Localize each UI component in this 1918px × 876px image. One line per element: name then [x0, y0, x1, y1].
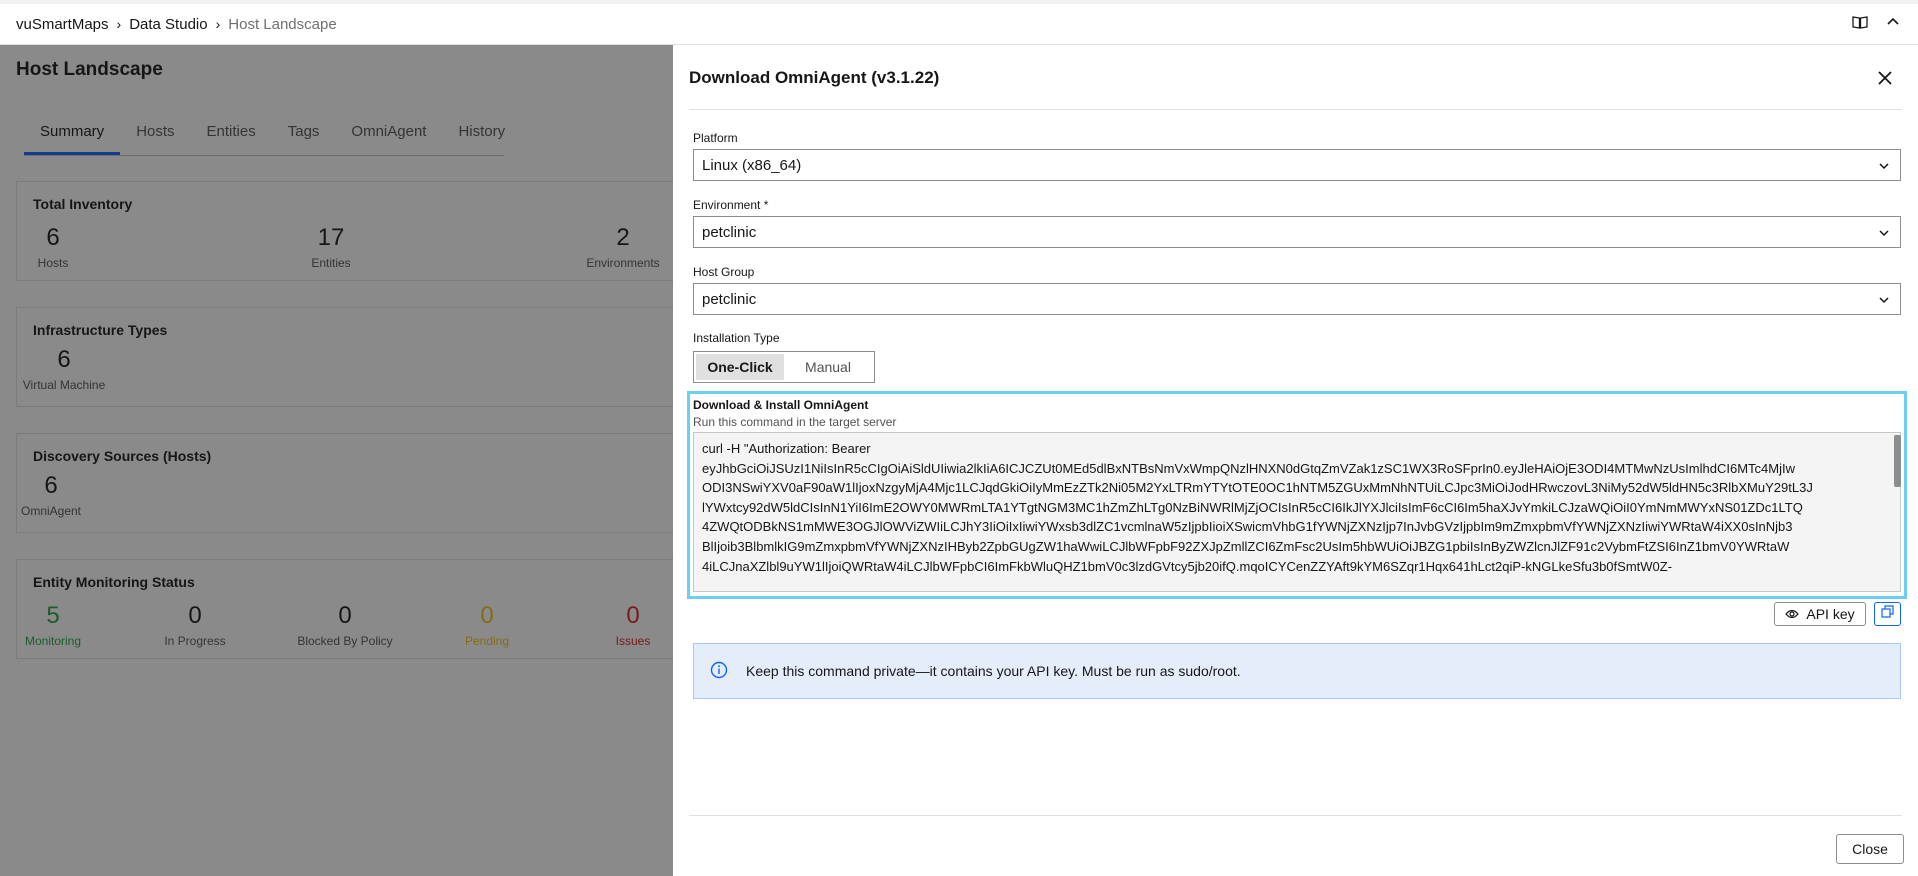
command-subtitle: Run this command in the target server	[693, 415, 897, 429]
chevron-up-icon[interactable]	[1886, 14, 1900, 30]
host-group-select[interactable]: petclinic	[693, 283, 1901, 315]
command-scrollbar[interactable]	[1894, 435, 1901, 487]
host-group-value: petclinic	[702, 290, 757, 308]
platform-value: Linux (x86_64)	[702, 156, 802, 174]
installation-type-label: Installation Type	[693, 331, 780, 345]
environment-value: petclinic	[702, 223, 757, 241]
close-button[interactable]: Close	[1836, 834, 1904, 864]
close-icon[interactable]	[1874, 67, 1896, 89]
copy-icon	[1881, 605, 1894, 623]
breadcrumb-item-vusmartmaps[interactable]: vuSmartMaps	[16, 16, 109, 33]
one-click-option[interactable]: One-Click	[696, 354, 784, 380]
platform-label: Platform	[693, 131, 738, 145]
host-group-label: Host Group	[693, 265, 755, 279]
installation-type-switcher: One-Click Manual	[693, 351, 875, 383]
copy-command-button[interactable]	[1874, 602, 1901, 626]
environment-select[interactable]: petclinic	[693, 216, 1901, 248]
manual-option[interactable]: Manual	[784, 354, 872, 380]
platform-select[interactable]: Linux (x86_64)	[693, 149, 1901, 181]
chevron-down-icon	[1878, 159, 1890, 176]
top-bar: vuSmartMaps › Data Studio › Host Landsca…	[0, 0, 1918, 45]
chevron-down-icon	[1878, 226, 1890, 243]
info-icon	[710, 661, 746, 682]
chevron-down-icon	[1878, 293, 1890, 310]
breadcrumb-item-host-landscape: Host Landscape	[228, 15, 337, 33]
breadcrumb-separator-icon: ›	[116, 16, 122, 32]
breadcrumb-item-data-studio[interactable]: Data Studio	[129, 16, 207, 33]
install-command-section: Download & Install OmniAgent Run this co…	[687, 391, 1907, 599]
eye-icon	[1785, 606, 1800, 622]
book-icon[interactable]	[1852, 14, 1868, 30]
divider	[689, 109, 1902, 110]
command-textarea[interactable]: curl -H "Authorization: Bearer eyJhbGciO…	[693, 432, 1901, 592]
info-notification: Keep this command private—it contains yo…	[693, 643, 1901, 699]
breadcrumb-separator-icon: ›	[215, 16, 221, 32]
environment-label: Environment *	[693, 198, 769, 212]
command-title: Download & Install OmniAgent	[693, 398, 869, 412]
notice-text: Keep this command private—it contains yo…	[746, 663, 1241, 679]
footer-divider	[689, 815, 1902, 816]
drawer-title: Download OmniAgent (v3.1.22)	[689, 68, 940, 87]
show-api-key-button[interactable]: API key	[1774, 602, 1866, 626]
api-key-label: API key	[1806, 606, 1855, 622]
download-omniagent-drawer: Download OmniAgent (v3.1.22) Platform Li…	[673, 45, 1918, 876]
